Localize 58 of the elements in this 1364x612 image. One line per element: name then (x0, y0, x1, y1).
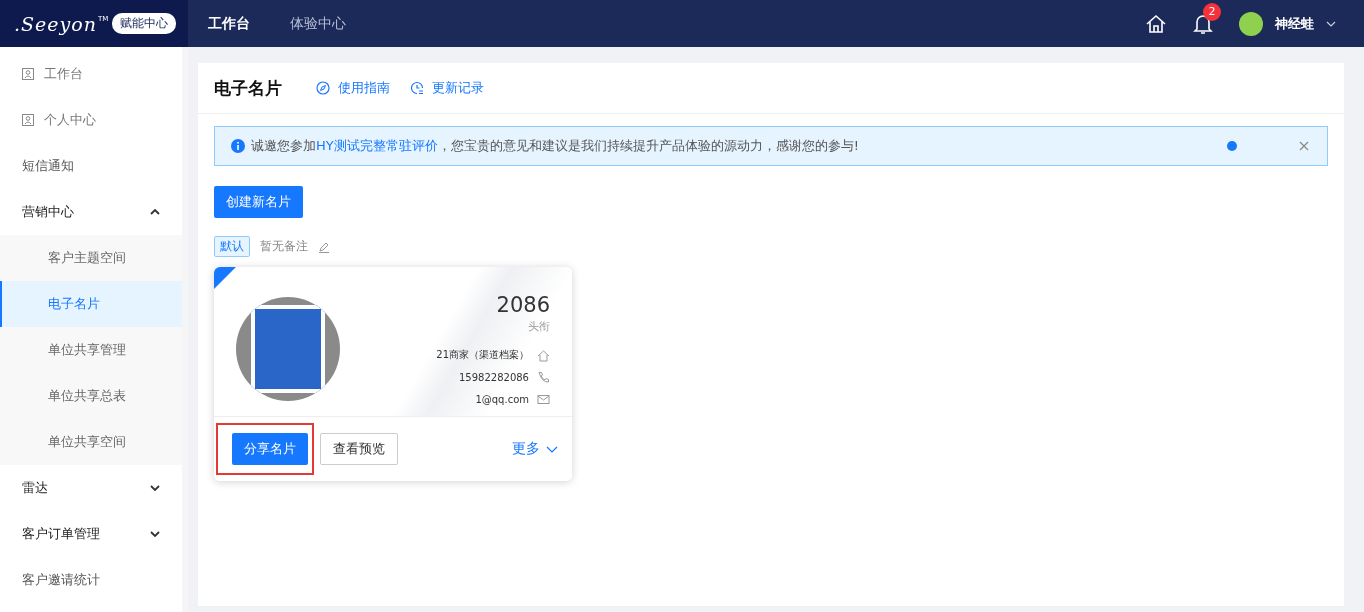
chevron-down-icon[interactable] (150, 485, 160, 491)
page-title: 电子名片 (214, 76, 282, 100)
sidebar-item[interactable]: 雷达 (0, 465, 182, 511)
sidebar-label: 营销中心 (22, 203, 74, 221)
sidebar-item[interactable]: 短信通知 (0, 143, 182, 189)
contact-card-icon (22, 114, 34, 126)
header-link[interactable]: 更新记录 (410, 79, 484, 97)
note-text: 暂无备注 (260, 238, 308, 255)
survey-link[interactable]: HY测试完整常驻评价 (316, 138, 438, 153)
logo-text: .Seeyon (14, 12, 97, 35)
sidebar-item[interactable]: 客户邀请统计 (0, 557, 182, 603)
sidebar-item[interactable]: 客户订单管理 (0, 511, 182, 557)
sidebar-label: 客户邀请统计 (22, 571, 100, 589)
notification-count: 2 (1203, 2, 1221, 21)
nav-tab[interactable]: 工作台 (208, 14, 250, 33)
share-card-button[interactable]: 分享名片 (232, 433, 308, 465)
contact-card-icon (22, 68, 34, 80)
submenu-item[interactable]: 单位共享空间 (0, 419, 182, 465)
header-link[interactable]: 使用指南 (316, 79, 390, 97)
status-dot (1227, 141, 1237, 151)
card-title: 头衔 (528, 319, 550, 334)
preview-button[interactable]: 查看预览 (320, 433, 398, 465)
avatar[interactable] (1239, 11, 1263, 36)
compass-icon (316, 81, 330, 95)
nav-tab[interactable]: 体验中心 (290, 14, 346, 33)
user-name[interactable]: 神经蛙 (1275, 14, 1314, 33)
close-icon[interactable] (1299, 141, 1309, 151)
sidebar-label: 工作台 (44, 65, 83, 83)
more-link[interactable]: 更多 (512, 440, 540, 458)
pencil-icon[interactable] (318, 240, 330, 253)
sidebar-item[interactable]: 个人中心 (0, 97, 182, 143)
sidebar-label: 客户订单管理 (22, 525, 100, 543)
contact-text: 15982282086 (459, 371, 529, 383)
contact-text: 21商家（渠道档案） (436, 348, 529, 362)
sidebar-label: 个人中心 (44, 111, 96, 129)
sidebar-label: 雷达 (22, 479, 48, 497)
chevron-down-icon[interactable] (150, 531, 160, 537)
submenu-item[interactable]: 客户主题空间 (0, 235, 182, 281)
submenu-item[interactable]: 单位共享总表 (0, 373, 182, 419)
mail-icon (537, 392, 550, 406)
clock-icon (410, 81, 424, 95)
chevron-up-icon[interactable] (150, 209, 160, 215)
sidebar-label: 短信通知 (22, 157, 74, 175)
card-name: 2086 (496, 293, 550, 317)
corner-ribbon (214, 267, 236, 289)
submenu-item[interactable]: 单位共享管理 (0, 327, 182, 373)
create-card-button[interactable]: 创建新名片 (214, 186, 303, 218)
product-badge: 赋能中心 (112, 13, 177, 34)
sidebar-item[interactable]: 营销中心 (0, 189, 182, 235)
contact-text: 1@qq.com (475, 393, 529, 405)
home-icon[interactable] (1145, 12, 1167, 35)
submenu-item[interactable]: 电子名片 (0, 281, 182, 327)
phone-icon (537, 370, 550, 384)
default-tag: 默认 (214, 236, 250, 257)
home-icon (537, 348, 550, 362)
sidebar-item[interactable]: 工作台 (0, 51, 182, 97)
alert-message: 诚邀您参加HY测试完整常驻评价，您宝贵的意见和建议是我们持续提升产品体验的源动力，感谢您的参与! (251, 137, 859, 155)
info-icon (231, 139, 245, 153)
